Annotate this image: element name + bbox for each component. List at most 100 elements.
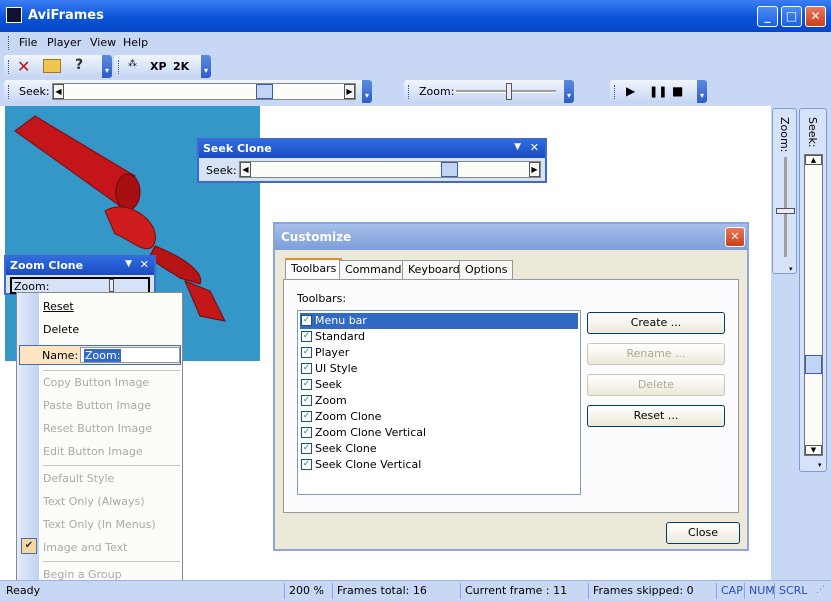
menu-view[interactable]: View bbox=[90, 36, 116, 49]
seek-scrollbar[interactable]: ◀ ▶ bbox=[52, 83, 356, 100]
classic-style-icon[interactable]: ⁂ bbox=[128, 59, 137, 69]
menubar-grip[interactable] bbox=[8, 36, 11, 50]
zoom-clone-titlebar[interactable]: Zoom Clone ▼ ✕ bbox=[6, 257, 154, 275]
close-icon[interactable]: ✕ bbox=[725, 227, 745, 247]
vertical-seek-up-arrow[interactable]: ▲ bbox=[805, 155, 822, 165]
toolbar-item-zoom-clone-vertical[interactable]: ✓ Zoom Clone Vertical bbox=[300, 425, 578, 441]
create-button[interactable]: Create ... bbox=[587, 312, 725, 334]
delete-icon[interactable]: ✕ bbox=[17, 57, 30, 76]
menu-player[interactable]: Player bbox=[47, 36, 81, 49]
xp-style-button[interactable]: XP bbox=[150, 60, 167, 73]
checkbox[interactable]: ✓ bbox=[301, 315, 312, 326]
toolbar-item-label: Player bbox=[315, 346, 350, 359]
ctx-copy-button-image[interactable]: Copy Button Image bbox=[43, 376, 149, 389]
close-icon[interactable]: ✕ bbox=[530, 141, 539, 154]
check-icon: ✔ bbox=[21, 538, 37, 554]
toolbar-grip[interactable] bbox=[118, 60, 121, 74]
resize-grip-icon[interactable]: ⋰ bbox=[816, 585, 825, 595]
close-icon[interactable]: ✕ bbox=[140, 258, 149, 271]
delete-button[interactable]: Delete bbox=[587, 374, 725, 396]
ctx-delete[interactable]: Delete bbox=[43, 323, 79, 336]
toolbar-item-ui-style[interactable]: ✓ UI Style bbox=[300, 361, 578, 377]
toolbar-item-label: Zoom bbox=[315, 394, 347, 407]
checkbox[interactable]: ✓ bbox=[301, 395, 312, 406]
toolbar-item-seek[interactable]: ✓ Seek bbox=[300, 377, 578, 393]
menu-file[interactable]: File bbox=[19, 36, 37, 49]
vertical-seek-down-arrow[interactable]: ▼ bbox=[805, 445, 822, 455]
ctx-reset[interactable]: Reset bbox=[43, 300, 74, 313]
customize-titlebar[interactable]: Customize bbox=[275, 224, 747, 250]
title-bar[interactable]: AviFrames _ □ ✕ bbox=[0, 0, 831, 32]
ctx-text-only-always[interactable]: Text Only (Always) bbox=[43, 495, 145, 508]
toolbar-options-chevron[interactable]: ▾ bbox=[697, 80, 707, 103]
seek-left-arrow[interactable]: ◀ bbox=[53, 84, 64, 99]
ctx-image-and-text[interactable]: Image and Text bbox=[43, 541, 127, 554]
reset-button[interactable]: Reset ... bbox=[587, 405, 725, 427]
checkbox[interactable]: ✓ bbox=[301, 379, 312, 390]
toolbar-item-standard[interactable]: ✓ Standard bbox=[300, 329, 578, 345]
2k-style-button[interactable]: 2K bbox=[173, 60, 189, 73]
tab-keyboard[interactable]: Keyboard bbox=[402, 260, 466, 279]
checkbox[interactable]: ✓ bbox=[301, 331, 312, 342]
ctx-reset-button-image[interactable]: Reset Button Image bbox=[43, 422, 152, 435]
seek-clone-right-arrow[interactable]: ▶ bbox=[529, 162, 540, 177]
minimize-button[interactable]: _ bbox=[757, 6, 778, 27]
ctx-name-input[interactable]: Zoom: bbox=[80, 347, 180, 363]
toolbar-options-chevron[interactable]: ▾ bbox=[789, 265, 793, 273]
vertical-seek-thumb[interactable] bbox=[805, 355, 822, 374]
close-button[interactable]: Close bbox=[666, 522, 740, 544]
rename-button[interactable]: Rename ... bbox=[587, 343, 725, 365]
ctx-paste-button-image[interactable]: Paste Button Image bbox=[43, 399, 151, 412]
chevron-down-icon[interactable]: ▼ bbox=[514, 142, 521, 152]
toolbar-options-chevron[interactable]: ▾ bbox=[362, 80, 372, 103]
pause-icon[interactable]: ❚❚ bbox=[649, 85, 667, 98]
toolbar-grip[interactable] bbox=[8, 85, 11, 99]
ctx-default-style[interactable]: Default Style bbox=[43, 472, 114, 485]
zoom-clone-thumb[interactable] bbox=[109, 279, 114, 292]
toolbar-item-zoom[interactable]: ✓ Zoom bbox=[300, 393, 578, 409]
stop-icon[interactable]: ■ bbox=[672, 84, 683, 98]
app-icon[interactable] bbox=[6, 7, 22, 23]
seek-clone-scrollbar[interactable]: ◀ ▶ bbox=[239, 161, 541, 178]
chevron-down-icon[interactable]: ▼ bbox=[125, 259, 132, 269]
toolbar-grip[interactable] bbox=[614, 85, 617, 99]
checkbox[interactable]: ✓ bbox=[301, 363, 312, 374]
checkbox[interactable]: ✓ bbox=[301, 443, 312, 454]
seek-right-arrow[interactable]: ▶ bbox=[344, 84, 355, 99]
toolbar-item-zoom-clone[interactable]: ✓ Zoom Clone bbox=[300, 409, 578, 425]
toolbar-grip[interactable] bbox=[8, 60, 11, 74]
help-icon[interactable]: ? bbox=[75, 57, 83, 73]
ctx-separator bbox=[43, 370, 180, 371]
vertical-zoom-track[interactable] bbox=[784, 157, 787, 257]
vertical-seek-scrollbar[interactable]: ▲ ▼ bbox=[804, 154, 823, 456]
toolbar-item-player[interactable]: ✓ Player bbox=[300, 345, 578, 361]
checkbox[interactable]: ✓ bbox=[301, 459, 312, 470]
toolbar-options-chevron[interactable]: ▾ bbox=[201, 55, 211, 78]
toolbar-options-chevron[interactable]: ▾ bbox=[564, 80, 574, 103]
checkbox[interactable]: ✓ bbox=[301, 347, 312, 358]
toolbar-options-chevron[interactable]: ▾ bbox=[818, 461, 822, 469]
checkbox[interactable]: ✓ bbox=[301, 427, 312, 438]
seek-clone-left-arrow[interactable]: ◀ bbox=[240, 162, 251, 177]
tab-toolbars[interactable]: Toolbars bbox=[285, 258, 343, 279]
toolbar-item-seek-clone[interactable]: ✓ Seek Clone bbox=[300, 441, 578, 457]
ctx-edit-button-image[interactable]: Edit Button Image bbox=[43, 445, 143, 458]
toolbar-item-seek-clone-vertical[interactable]: ✓ Seek Clone Vertical bbox=[300, 457, 578, 473]
maximize-button[interactable]: □ bbox=[781, 6, 802, 27]
tab-options[interactable]: Options bbox=[459, 260, 514, 279]
toolbars-list[interactable]: ✓ Menu bar ✓ Standard ✓ Player ✓ UI Style ✓ S… bbox=[297, 310, 581, 495]
toolbar-options-chevron[interactable]: ▾ bbox=[102, 55, 112, 78]
zoom-slider-thumb[interactable] bbox=[506, 83, 512, 100]
open-folder-icon[interactable] bbox=[43, 59, 61, 73]
seek-thumb[interactable] bbox=[256, 84, 273, 99]
close-window-button[interactable]: ✕ bbox=[805, 6, 826, 27]
checkbox[interactable]: ✓ bbox=[301, 411, 312, 422]
ctx-text-only-menus[interactable]: Text Only (In Menus) bbox=[43, 518, 156, 531]
seek-clone-titlebar[interactable]: Seek Clone ▼ ✕ bbox=[199, 140, 545, 158]
play-icon[interactable]: ▶ bbox=[626, 84, 635, 98]
toolbar-item-menu-bar[interactable]: ✓ Menu bar bbox=[300, 313, 578, 329]
toolbar-grip[interactable] bbox=[408, 85, 411, 99]
menu-help[interactable]: Help bbox=[123, 36, 148, 49]
seek-clone-thumb[interactable] bbox=[441, 162, 458, 177]
vertical-zoom-thumb[interactable] bbox=[776, 208, 795, 214]
